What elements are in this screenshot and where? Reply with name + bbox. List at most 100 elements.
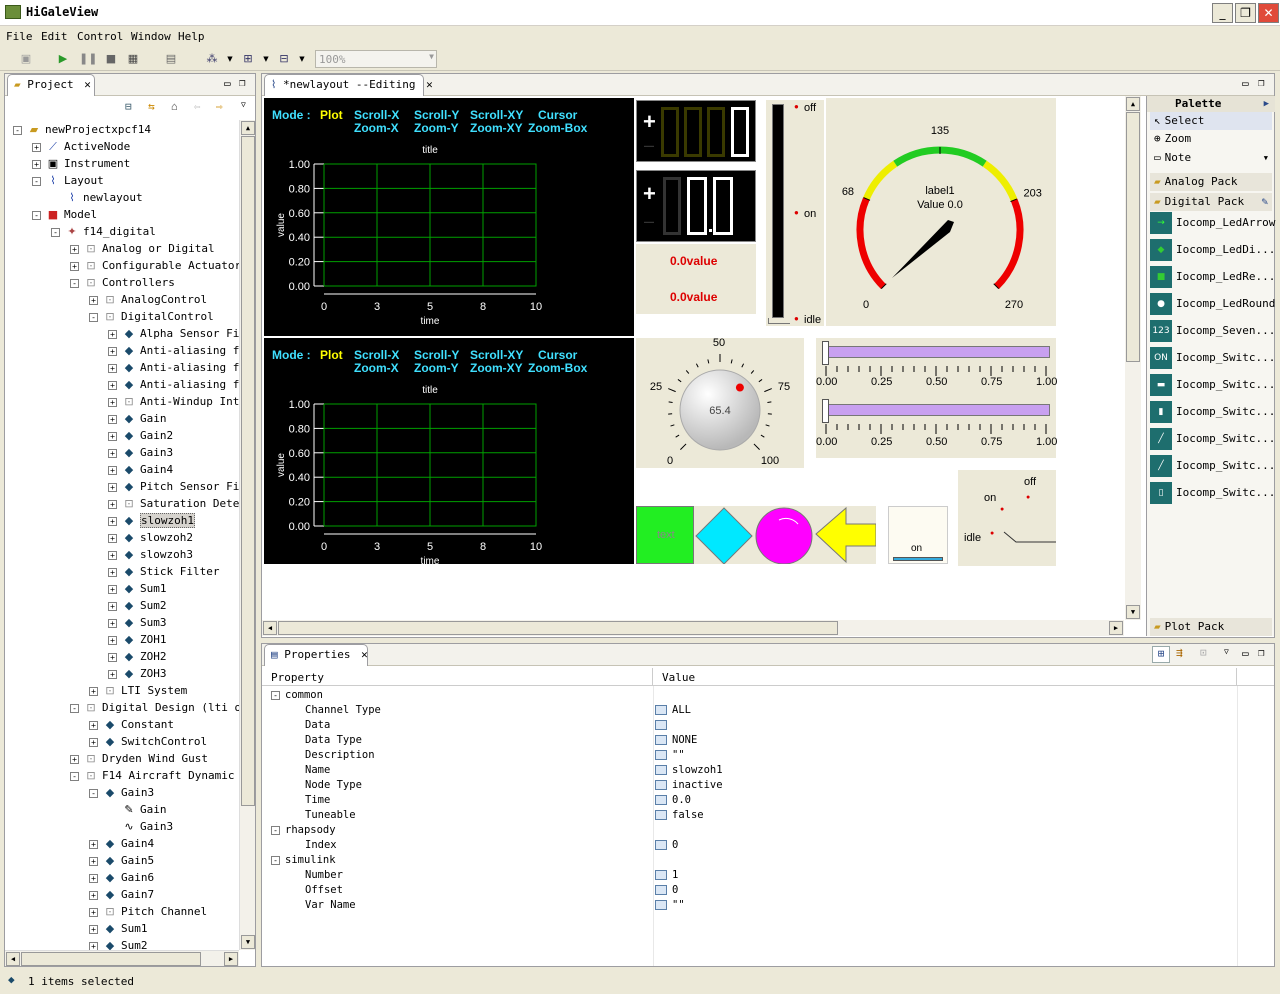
collapse-icon[interactable]: - xyxy=(70,771,79,781)
link-icon[interactable]: ⇆ xyxy=(148,100,155,113)
clipboard-icon[interactable]: ▤ xyxy=(163,51,179,67)
toggle-button[interactable]: on xyxy=(888,506,948,564)
minimize-view-icon[interactable]: ▭ xyxy=(224,77,231,90)
tree-item[interactable]: + ⊡ Configurable Actuator xyxy=(70,257,239,274)
expand-icon[interactable]: + xyxy=(108,363,117,373)
property-value[interactable]: false xyxy=(655,808,704,823)
palette-item[interactable]: ◆ Iocomp_LedDi... xyxy=(1150,237,1275,263)
tree-item[interactable]: + ⊡ Pitch Channel xyxy=(89,903,207,920)
tree-item[interactable]: + ◆ Alpha Sensor Fil xyxy=(108,325,239,342)
tree-item[interactable]: - ⊡ Controllers xyxy=(70,274,175,291)
expand-icon[interactable]: + xyxy=(70,244,79,254)
tree-item[interactable]: + ◆ Anti-aliasing fi xyxy=(108,342,239,359)
pause-icon[interactable]: ❚❚ xyxy=(79,51,97,67)
text-rect-shape[interactable]: text xyxy=(636,506,694,564)
expand-icon[interactable]: + xyxy=(108,380,117,390)
palette-group-digital[interactable]: ▰ Digital Pack ✎ xyxy=(1150,193,1272,211)
property-row[interactable]: Tuneable false xyxy=(265,808,1273,823)
property-row[interactable]: Offset 0 xyxy=(265,883,1273,898)
tree-vscrollbar[interactable]: ▲ ▼ xyxy=(239,120,255,950)
tree-item[interactable]: + ◆ Sum2 xyxy=(89,937,148,950)
property-row[interactable]: Var Name "" xyxy=(265,898,1273,913)
expand-icon[interactable]: + xyxy=(108,465,117,475)
arrow-shape[interactable] xyxy=(815,506,877,564)
scope-cursor-label[interactable]: Cursor xyxy=(538,108,578,122)
palette-item[interactable]: ■ Iocomp_LedRe... xyxy=(1150,264,1275,290)
scope-plot-2[interactable]: Mode : Plot Scroll-X Scroll-Y Scroll-XY Curso… xyxy=(264,338,634,564)
palette-tool-zoom[interactable]: ⊕ Zoom xyxy=(1150,130,1272,148)
expand-icon[interactable]: + xyxy=(70,754,79,764)
property-group[interactable]: - simulink xyxy=(265,853,1273,868)
tree-item[interactable]: + ◆ Sum1 xyxy=(108,580,167,597)
property-row[interactable]: Number 1 xyxy=(265,868,1273,883)
collapse-icon[interactable]: - xyxy=(89,312,98,322)
tree-item[interactable]: + ▣ Instrument xyxy=(32,155,130,172)
tree-item[interactable]: + ◆ slowzoh3 xyxy=(108,546,193,563)
expand-icon[interactable]: + xyxy=(89,924,98,934)
property-row[interactable]: Time 0.0 xyxy=(265,793,1273,808)
minimize-view-icon[interactable]: ▭ xyxy=(1242,647,1249,660)
palette-item[interactable]: → Iocomp_LedArrow xyxy=(1150,210,1275,236)
canvas-vscrollbar[interactable]: ▲ ▼ xyxy=(1125,96,1141,620)
forward-icon[interactable]: ⇨ xyxy=(216,100,223,113)
scope-cursor-label[interactable]: Cursor xyxy=(538,348,578,362)
zoom-select[interactable]: 100% ▼ xyxy=(315,50,437,68)
property-row[interactable]: Data xyxy=(265,718,1273,733)
tree-hscrollbar[interactable]: ◀ ▶ xyxy=(5,950,239,966)
scope-plot-1[interactable]: Mode : Plot Scroll-X Scroll-Y Scroll-XY Curso… xyxy=(264,98,634,336)
expand-icon[interactable]: + xyxy=(89,890,98,900)
tree-item[interactable]: + ⟋ ActiveNode xyxy=(32,138,130,155)
palette-item[interactable]: ● Iocomp_LedRound xyxy=(1150,291,1275,317)
scroll-thumb[interactable] xyxy=(278,621,838,635)
expand-icon[interactable]: + xyxy=(108,567,117,577)
tree-item[interactable]: - ⊡ Digital Design (lti or xyxy=(70,699,239,716)
expand-icon[interactable]: + xyxy=(89,686,98,696)
tree-item[interactable]: ∿ Gain3 xyxy=(108,818,173,835)
tree-item[interactable]: - ◆ Gain3 xyxy=(89,784,154,801)
collapse-icon[interactable]: - xyxy=(271,855,280,865)
scope-zoom_xy-label[interactable]: Zoom-XY xyxy=(470,361,523,375)
palette-item[interactable]: ▬ Iocomp_Switc... xyxy=(1150,372,1275,398)
minimize-view-icon[interactable]: ▭ xyxy=(1242,77,1249,90)
tab-project[interactable]: ▰ Project ✕ xyxy=(7,74,95,96)
tree-item[interactable]: + ⊡ Saturation Detec xyxy=(108,495,239,512)
expand-icon[interactable]: + xyxy=(70,261,79,271)
menu-file[interactable]: File xyxy=(6,30,33,43)
tree-item[interactable]: - ✦ f14_digital xyxy=(51,223,156,240)
knob[interactable]: 0 25 50 75 100 65.4 xyxy=(636,337,804,468)
tree-item[interactable]: - ■ Model xyxy=(32,206,97,223)
expand-icon[interactable]: + xyxy=(108,584,117,594)
palette-item[interactable]: ╱ Iocomp_Switc... xyxy=(1150,426,1275,452)
property-group[interactable]: - common xyxy=(265,688,1273,703)
collapse-icon[interactable]: - xyxy=(32,210,41,220)
scope-plot-label[interactable]: Plot xyxy=(320,108,343,122)
run-icon[interactable]: ▶ xyxy=(55,51,71,67)
grid-icon[interactable]: ▦ xyxy=(125,51,141,67)
view-menu-icon[interactable]: ▽ xyxy=(1224,647,1229,656)
tree-item[interactable]: + ◆ ZOH2 xyxy=(108,648,167,665)
property-value[interactable]: "" xyxy=(655,748,685,763)
expand-icon[interactable]: + xyxy=(108,635,117,645)
home-icon[interactable]: ⌂ xyxy=(171,100,178,113)
property-value[interactable]: inactive xyxy=(655,778,723,793)
maximize-view-icon[interactable]: ❐ xyxy=(239,76,246,89)
close-icon[interactable]: ✕ xyxy=(361,648,368,661)
palette-item[interactable]: ╱ Iocomp_Switc... xyxy=(1150,453,1275,479)
property-group[interactable]: - rhapsody xyxy=(265,823,1273,838)
property-row[interactable]: Data Type NONE xyxy=(265,733,1273,748)
minimize-button[interactable]: _ xyxy=(1212,3,1233,23)
collapse-icon[interactable]: - xyxy=(271,825,280,835)
tree-item[interactable]: + ◆ Sum1 xyxy=(89,920,148,937)
expand-icon[interactable]: + xyxy=(89,941,98,950)
maximize-button[interactable]: ❐ xyxy=(1235,3,1256,23)
tree-item[interactable]: ✎ Gain xyxy=(108,801,166,818)
palette-tool-select[interactable]: ↖ Select xyxy=(1150,112,1272,130)
tree-item[interactable]: + ◆ Gain4 xyxy=(89,835,154,852)
expand-icon[interactable]: + xyxy=(32,159,41,169)
scope-zoom_x-label[interactable]: Zoom-X xyxy=(354,361,399,375)
collapse-all-icon[interactable]: ⊟ xyxy=(125,100,132,113)
scope-scroll_x-label[interactable]: Scroll-X xyxy=(354,348,399,362)
vertical-switch-panel[interactable]: ● off ● on ● idle xyxy=(766,100,824,326)
diamond-shape[interactable] xyxy=(695,507,753,565)
switch-panel-2[interactable]: off ● on ● idle ● xyxy=(958,470,1056,566)
